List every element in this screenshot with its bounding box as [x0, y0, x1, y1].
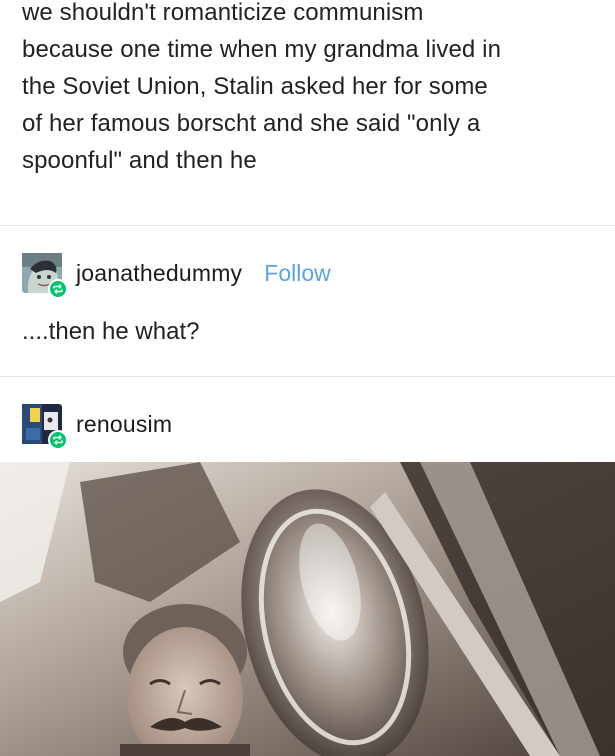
meme-photo — [0, 462, 615, 756]
reblog-icon — [48, 279, 68, 299]
username-link[interactable]: joanathedummy — [76, 260, 242, 287]
post-line: the Soviet Union, Stalin asked her for s… — [22, 73, 488, 100]
post-line: we shouldn't romanticize communism — [22, 0, 424, 26]
reblog-header-renousim: renousim — [22, 404, 172, 450]
follow-button[interactable]: Follow — [264, 260, 330, 287]
post-line: spoonful" and then he — [22, 147, 257, 174]
post-line: of her famous borscht and she said "only… — [22, 110, 481, 137]
reblog-comment-text: ....then he what? — [22, 318, 200, 345]
user-avatar-icon[interactable] — [22, 404, 68, 450]
post-line: because one time when my grandma lived i… — [22, 36, 502, 63]
user-avatar-icon[interactable] — [22, 253, 68, 299]
reblog-icon — [48, 430, 68, 450]
divider — [0, 376, 615, 377]
username-link[interactable]: renousim — [76, 411, 172, 438]
divider — [0, 225, 615, 226]
original-post-text: we shouldn't romanticize communism becau… — [22, 0, 607, 179]
reblog-header-joanathedummy: joanathedummy Follow — [22, 253, 331, 299]
